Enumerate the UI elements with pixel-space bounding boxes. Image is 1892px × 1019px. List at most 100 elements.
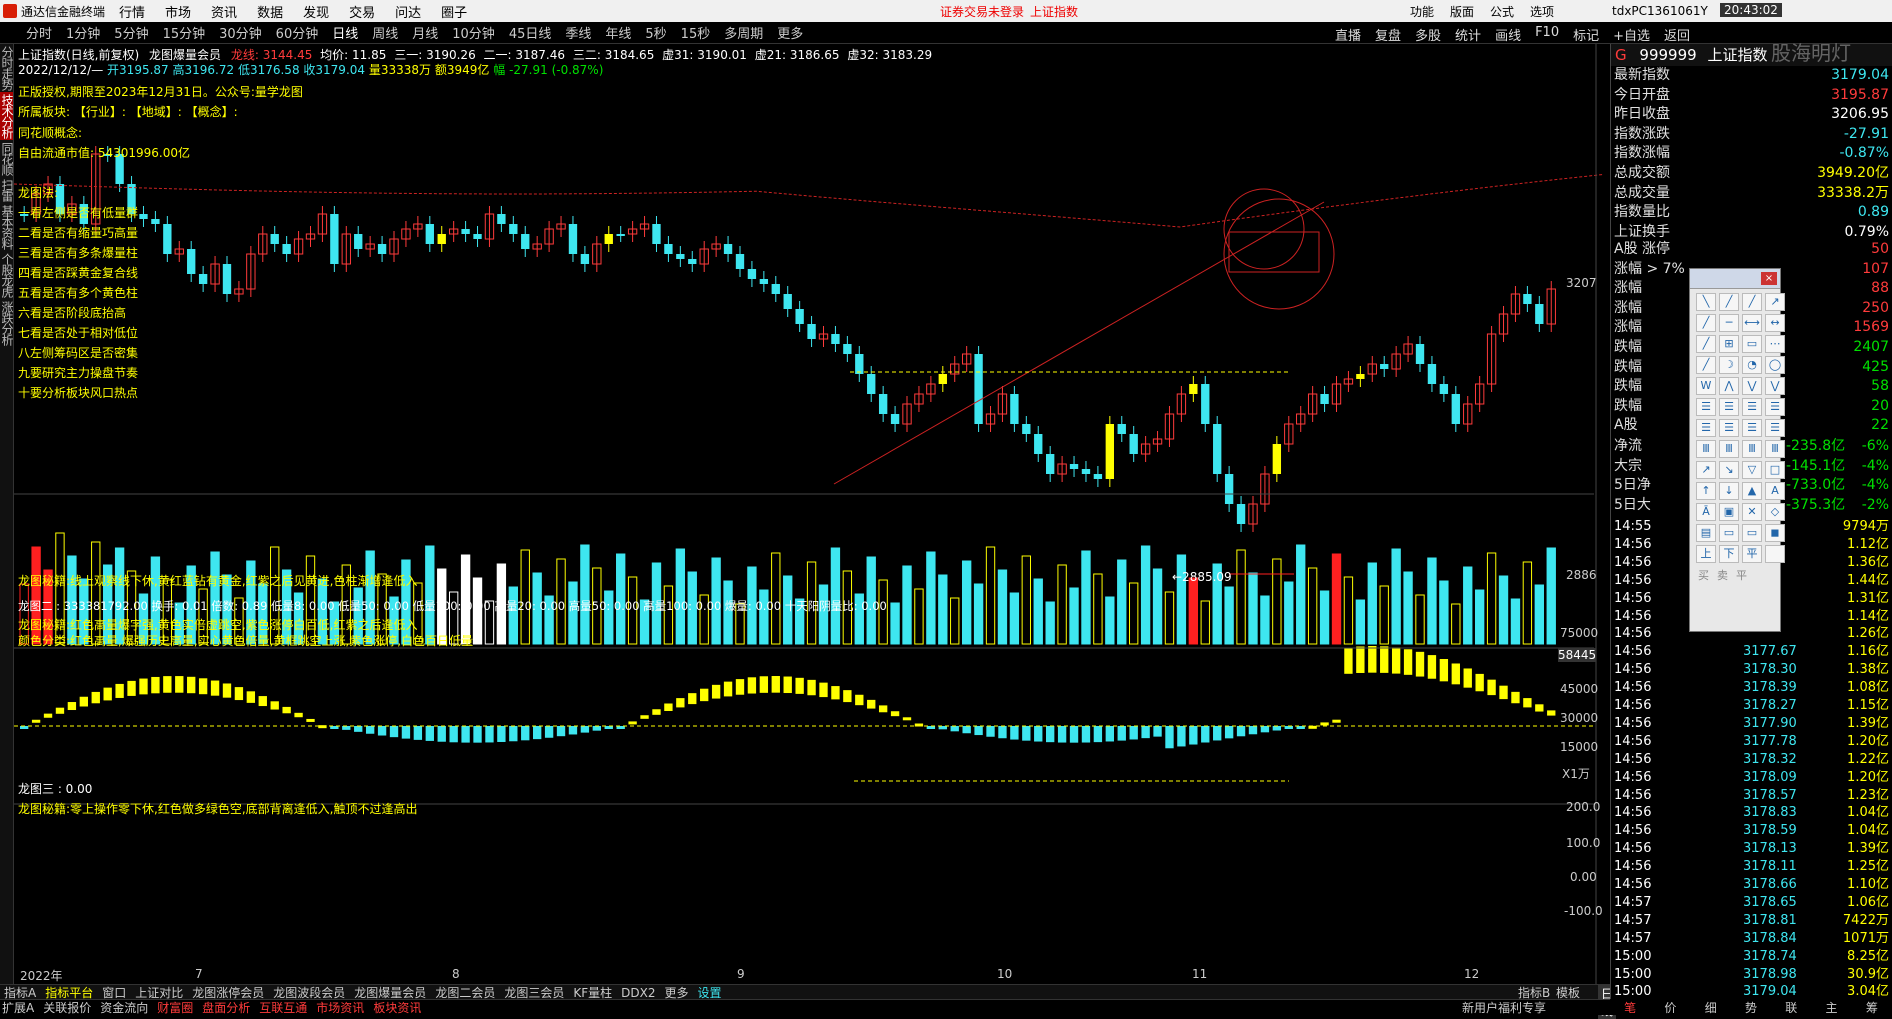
nav-fenshi[interactable]: 分时走势 (0, 44, 14, 92)
drawing-tool-icon[interactable]: ╱ (1719, 293, 1739, 311)
drawing-tool-icon[interactable]: ↔ (1765, 314, 1785, 332)
palette-sell[interactable]: 卖 (1717, 567, 1728, 583)
period-30min[interactable]: 30分钟 (219, 23, 262, 42)
drawing-tool-icon[interactable]: ⋯ (1765, 335, 1785, 353)
drawing-tool-icon[interactable]: 下 (1719, 545, 1739, 563)
drawing-tool-icon[interactable]: ▭ (1719, 524, 1739, 542)
quote-footer-tab[interactable]: 价 (1650, 999, 1690, 1015)
drawing-tool-icon[interactable]: ╲ (1696, 293, 1716, 311)
palette-buy[interactable]: 买 (1698, 567, 1709, 583)
period-multi[interactable]: 多周期 (724, 23, 763, 42)
drawing-tool-icon[interactable]: ▣ (1719, 503, 1739, 521)
tool-replay[interactable]: 复盘 (1375, 25, 1401, 44)
menu-xuanxiang[interactable]: 选项 (1530, 3, 1554, 20)
quote-footer-tab[interactable]: 筹 (1852, 999, 1892, 1015)
menu-wenda[interactable]: 问达 (395, 2, 421, 21)
drawing-tool-icon[interactable]: ⋁ (1742, 377, 1762, 395)
drawing-tool-icon[interactable]: ↗ (1765, 293, 1785, 311)
btab-wealth[interactable]: 财富圈 (157, 999, 193, 1016)
period-5min[interactable]: 5分钟 (114, 23, 148, 42)
drawing-tool-icon[interactable]: ◼ (1765, 524, 1785, 542)
drawing-tool-icon[interactable]: ◔ (1742, 356, 1762, 374)
drawing-tool-icon[interactable]: W (1696, 377, 1716, 395)
drawing-tool-icon[interactable]: ▭ (1742, 524, 1762, 542)
tool-back[interactable]: 返回 (1664, 25, 1690, 44)
period-quarter[interactable]: 季线 (565, 23, 591, 42)
nav-longhu[interactable]: 个股龙虎 (0, 251, 14, 299)
drawing-tool-icon[interactable]: Ⅲ (1765, 440, 1785, 458)
tool-live[interactable]: 直播 (1335, 25, 1361, 44)
drawing-tool-icon[interactable]: ✕ (1742, 503, 1762, 521)
drawing-tool-icon[interactable]: ☰ (1765, 419, 1785, 437)
drawing-tool-icon[interactable]: ▭ (1742, 335, 1762, 353)
nav-technical[interactable]: 技术分析 (0, 92, 14, 140)
nav-basic[interactable]: 基本资料 (0, 203, 14, 251)
btab-ext-a[interactable]: 扩展A (2, 999, 34, 1016)
quote-footer-tab[interactable]: 主 (1811, 999, 1851, 1015)
drawing-tool-icon[interactable]: 上 (1696, 545, 1716, 563)
drawing-tool-icon[interactable]: ☰ (1742, 419, 1762, 437)
drawing-tool-icon[interactable]: ↑ (1696, 482, 1716, 500)
quote-footer-tab[interactable]: 笔 (1610, 999, 1650, 1015)
period-monthly[interactable]: 月线 (412, 23, 438, 42)
drawing-tool-icon[interactable]: ⊞ (1719, 335, 1739, 353)
indicator-name[interactable]: 龙图爆量会员 (149, 48, 221, 62)
drawing-tool-icon[interactable]: ↓ (1719, 482, 1739, 500)
warning-index[interactable]: 上证指数 (1030, 3, 1078, 20)
nav-zhangdie[interactable]: 涨跌分析 (0, 299, 14, 347)
drawing-tool-icon[interactable]: ☰ (1696, 398, 1716, 416)
drawing-tool-icon[interactable]: ▲ (1742, 482, 1762, 500)
period-fenshi[interactable]: 分时 (26, 23, 52, 42)
drawing-tool-icon[interactable]: ╱ (1696, 335, 1716, 353)
menu-gongneng[interactable]: 功能 (1410, 3, 1434, 20)
drawing-tool-icon[interactable]: A (1765, 482, 1785, 500)
palette-close-icon[interactable]: × (1761, 272, 1777, 285)
drawing-tool-icon[interactable]: □ (1765, 461, 1785, 479)
nav-ths[interactable]: 同花顺 (0, 140, 14, 177)
drawing-tool-icon[interactable]: ╱ (1696, 356, 1716, 374)
period-weekly[interactable]: 周线 (372, 23, 398, 42)
tool-f10[interactable]: F10 (1535, 25, 1559, 44)
tool-mark[interactable]: 标记 (1573, 25, 1599, 44)
menu-shuju[interactable]: 数据 (257, 2, 283, 21)
drawing-tool-icon[interactable] (1765, 545, 1785, 563)
menu-banmian[interactable]: 版面 (1450, 3, 1474, 20)
period-1min[interactable]: 1分钟 (66, 23, 100, 42)
drawing-tool-icon[interactable]: ◇ (1765, 503, 1785, 521)
menu-gongshi[interactable]: 公式 (1490, 3, 1514, 20)
tool-stats[interactable]: 统计 (1455, 25, 1481, 44)
drawing-tool-icon[interactable]: Ⅲ (1742, 440, 1762, 458)
palette-titlebar[interactable]: × (1690, 269, 1780, 289)
period-5sec[interactable]: 5秒 (645, 23, 666, 42)
user-id[interactable]: tdxPC1361061Y (1612, 4, 1708, 18)
palette-flat[interactable]: 平 (1736, 567, 1747, 583)
menu-quanzi[interactable]: 圈子 (441, 2, 467, 21)
tab-ddx2[interactable]: DDX2 (621, 986, 655, 1000)
drawing-tool-icon[interactable]: ☰ (1765, 398, 1785, 416)
drawing-tool-icon[interactable]: 平 (1742, 545, 1762, 563)
drawing-tool-icon[interactable]: ↗ (1696, 461, 1716, 479)
btab-connect[interactable]: 互联互通 (259, 999, 307, 1016)
new-user-promo[interactable]: 新用户福利专享 (1462, 999, 1546, 1016)
login-warning[interactable]: 证券交易未登录 (940, 3, 1024, 20)
drawing-tool-icon[interactable]: ☰ (1742, 398, 1762, 416)
chart-canvas[interactable] (14, 44, 1610, 984)
drawing-tool-icon[interactable]: ☽ (1719, 356, 1739, 374)
tool-multistock[interactable]: 多股 (1415, 25, 1441, 44)
period-60min[interactable]: 60分钟 (276, 23, 319, 42)
drawing-tool-icon[interactable]: ▽ (1742, 461, 1762, 479)
btab-sector-news[interactable]: 板块资讯 (373, 999, 421, 1016)
period-year[interactable]: 年线 (605, 23, 631, 42)
drawing-tool-icon[interactable]: ☰ (1696, 419, 1716, 437)
btab-fundflow[interactable]: 资金流向 (100, 999, 148, 1016)
period-45day[interactable]: 45日线 (509, 23, 552, 42)
trend-line[interactable] (833, 201, 1325, 485)
menu-faxian[interactable]: 发现 (303, 2, 329, 21)
menu-jiaoyi[interactable]: 交易 (349, 2, 375, 21)
tool-add-watch[interactable]: +自选 (1613, 25, 1650, 44)
period-15min[interactable]: 15分钟 (163, 23, 206, 42)
drawing-tool-icon[interactable]: Ⅲ (1719, 440, 1739, 458)
period-15sec[interactable]: 15秒 (681, 23, 711, 42)
quote-footer-tab[interactable]: 细 (1691, 999, 1731, 1015)
period-more[interactable]: 更多 (777, 23, 803, 42)
